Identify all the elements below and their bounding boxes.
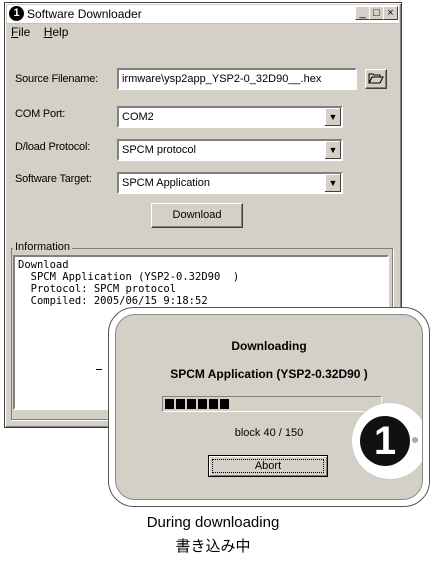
com-port-label: COM Port: (15, 108, 66, 120)
source-filename-field[interactable]: irmware\ysp2app_YSP2-0_32D90__.hex (117, 68, 357, 90)
progress-block (220, 399, 229, 409)
software-target-label: Software Target: (15, 173, 92, 185)
title-bar: 1 Software Downloader _ □ × (7, 5, 399, 24)
menu-bar: File Help (11, 25, 78, 39)
download-protocol-select[interactable]: SPCM protocol ▼ (117, 139, 343, 161)
menu-file[interactable]: File (11, 25, 30, 39)
log-line: Compiled: 2005/06/15 9:18:52 (18, 295, 208, 307)
brand-logo: 1 (352, 403, 422, 479)
chevron-down-icon[interactable]: ▼ (324, 174, 341, 192)
logo-dots-icon (412, 433, 422, 447)
software-target-select[interactable]: SPCM Application ▼ (117, 172, 343, 194)
progress-block (176, 399, 185, 409)
log-line: Download (18, 259, 69, 271)
download-protocol-label: D/load Protocol: (15, 141, 91, 153)
callout-line (96, 369, 102, 370)
progress-block (198, 399, 207, 409)
downloading-dialog: Downloading SPCM Application (YSP2-0.32D… (108, 307, 430, 507)
progress-fill (165, 399, 229, 409)
download-button[interactable]: Download (151, 203, 243, 228)
dialog-title: Downloading (231, 339, 307, 353)
caption-english: During downloading (146, 514, 280, 531)
dialog-application: SPCM Application (YSP2-0.32D90 ) (170, 367, 368, 381)
download-protocol-value: SPCM protocol (122, 144, 196, 156)
chevron-down-icon[interactable]: ▼ (324, 108, 341, 126)
maximize-button[interactable]: □ (369, 6, 384, 20)
com-port-select[interactable]: COM2 ▼ (117, 106, 343, 128)
app-logo-icon: 1 (360, 416, 410, 466)
information-title: Information (13, 241, 73, 253)
chevron-down-icon[interactable]: ▼ (324, 141, 341, 159)
progress-block (209, 399, 218, 409)
log-line: SPCM Application (YSP2-0.32D90 ) (18, 271, 240, 283)
log-line: Protocol: SPCM protocol (18, 283, 177, 295)
window-title: Software Downloader (27, 7, 142, 21)
progress-block (187, 399, 196, 409)
com-port-value: COM2 (122, 111, 154, 123)
downloading-dialog-body: Downloading SPCM Application (YSP2-0.32D… (115, 314, 423, 500)
progress-bar (162, 396, 382, 412)
menu-help[interactable]: Help (44, 25, 69, 39)
browse-button[interactable] (365, 69, 387, 89)
abort-button[interactable]: Abort (208, 455, 328, 477)
source-filename-label: Source Filename: (15, 73, 99, 85)
caption-japanese: 書き込み中 (175, 537, 251, 555)
minimize-button[interactable]: _ (355, 6, 370, 20)
folder-open-icon (368, 73, 384, 84)
app-logo-icon: 1 (9, 6, 24, 21)
close-button[interactable]: × (383, 6, 398, 20)
software-target-value: SPCM Application (122, 177, 211, 189)
progress-block (165, 399, 174, 409)
